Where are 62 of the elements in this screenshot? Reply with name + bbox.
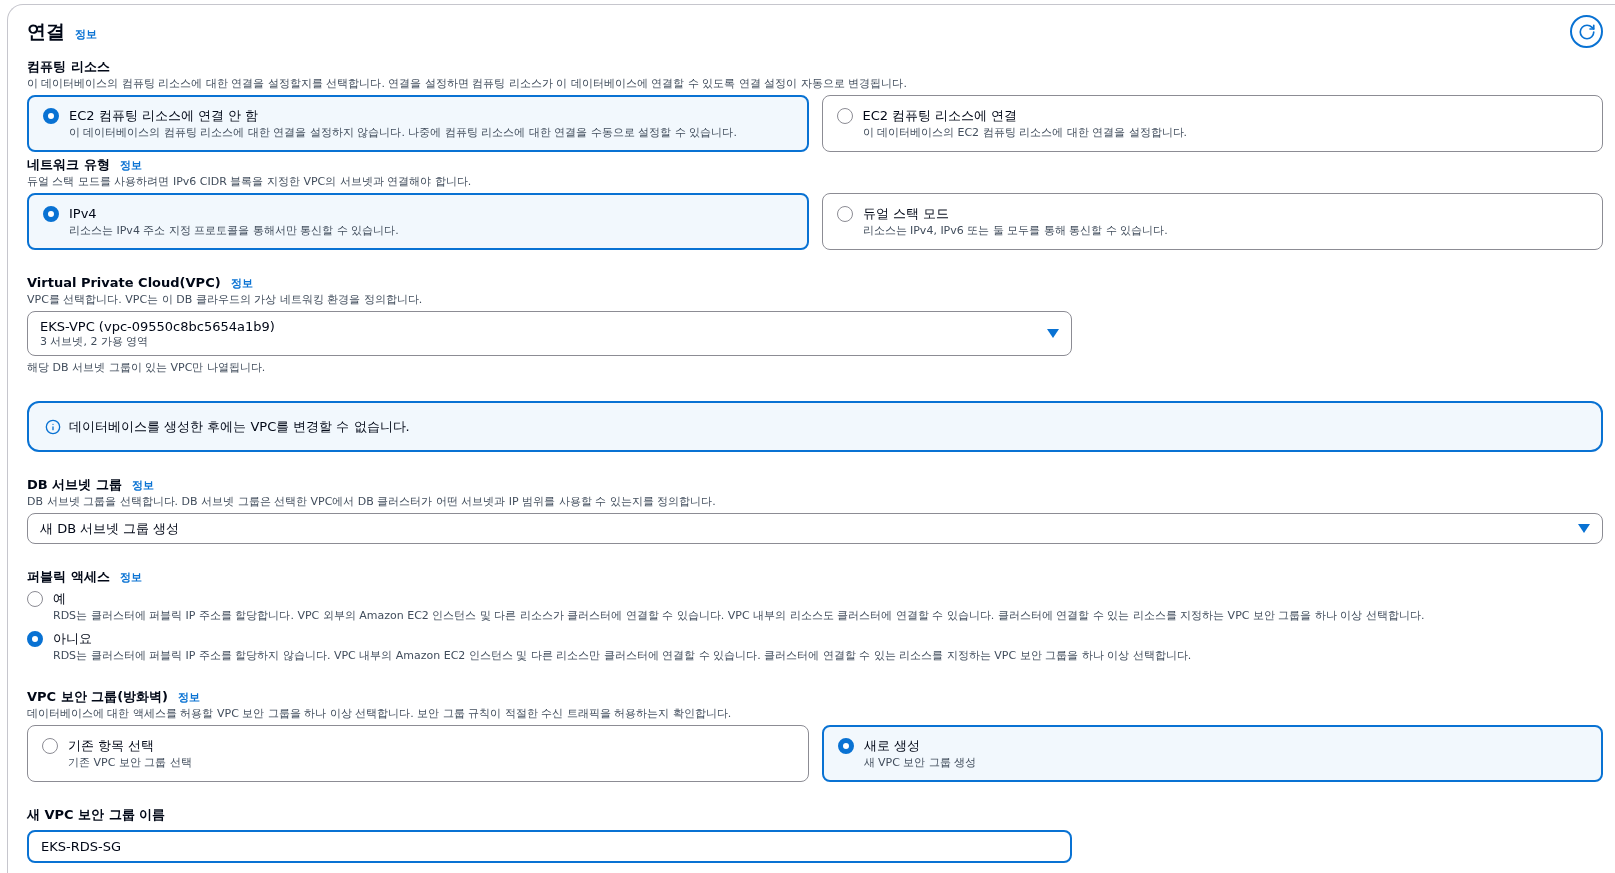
- caret-icon: [1047, 328, 1059, 339]
- field-description: VPC를 선택합니다. VPC는 이 DB 클라우드의 가상 네트워킹 환경을 정의합니다.: [27, 292, 424, 307]
- select-value: EKS-VPC (vpc-09550c8bc5654a1b9): [40, 318, 275, 335]
- option-description: 리소스는 IPv4, IPv6 또는 둘 모두를 통해 통신할 수 있습니다.: [862, 223, 1168, 239]
- dropdown-select[interactable]: 새 DB 서브넷 그룹 생성: [27, 513, 1603, 544]
- field-label: 퍼블릭 액세스: [27, 568, 110, 586]
- field-hint: 해당 DB 서브넷 그룹이 있는 VPC만 나열됩니다.: [27, 360, 267, 375]
- info-icon: [45, 418, 61, 435]
- option-tile[interactable]: IPv4 리소스는 IPv4 주소 지정 프로토콜을 통해서만 통신할 수 있습니다.: [27, 193, 809, 250]
- refresh-icon: [1577, 22, 1596, 41]
- radio-button[interactable]: [836, 206, 853, 222]
- option-tile[interactable]: 새로 생성 새 VPC 보안 그룹 생성: [821, 725, 1603, 782]
- alert-text: 데이터베이스를 생성한 후에는 VPC를 변경할 수 없습니다.: [69, 417, 410, 436]
- option-title: IPv4: [69, 205, 98, 223]
- option-title: EC2 컴퓨팅 리소스에 연결: [862, 107, 1019, 125]
- radio-button[interactable]: [836, 108, 853, 124]
- option-tile[interactable]: 듀얼 스택 모드 리소스는 IPv4, IPv6 또는 둘 모두를 통해 통신할 수 있습니다.: [821, 193, 1603, 250]
- radio-button[interactable]: [27, 591, 43, 607]
- option-title: 아니요: [53, 630, 93, 648]
- field-label: VPC 보안 그룹(방화벽): [27, 688, 169, 706]
- refresh-button[interactable]: [1570, 15, 1603, 48]
- option-description: 새 VPC 보안 그룹 생성: [863, 755, 977, 771]
- option-title: 기존 항목 선택: [68, 737, 156, 755]
- field-label: 네트워크 유형: [27, 156, 110, 174]
- radio-button[interactable]: [837, 738, 854, 754]
- option-description: 이 데이터베이스의 EC2 컴퓨팅 리소스에 대한 연결을 설정합니다.: [862, 125, 1188, 141]
- info-link[interactable]: 정보: [178, 690, 201, 705]
- field-label: 컴퓨팅 리소스: [27, 58, 110, 76]
- info-link[interactable]: 정보: [230, 276, 253, 291]
- option-description: RDS는 클러스터에 퍼블릭 IP 주소를 할당하지 않습니다. VPC 내부의 Amazon EC2 인스턴스 및 다른 리소스만 클러스터에 연결할 수 있습니다. 클러스터에 연결할 수 있는 리소스를 지정하는 VPC 보안 그룹을 하나 이상 선택합니다.: [53, 648, 1192, 664]
- info-link[interactable]: 정보: [119, 158, 142, 173]
- radio-button[interactable]: [43, 206, 59, 222]
- select-secondary-text: 3 서브넷, 2 가용 영역: [40, 335, 150, 349]
- input-field[interactable]: EKS-RDS-SG: [27, 830, 1072, 863]
- radio-button[interactable]: [43, 108, 59, 124]
- dropdown-select[interactable]: EKS-VPC (vpc-09550c8bc5654a1b9) 3 서브넷, 2 가용 영역: [27, 311, 1072, 356]
- option-tile[interactable]: EC2 컴퓨팅 리소스에 연결 이 데이터베이스의 EC2 컴퓨팅 리소스에 대한 연결을 설정합니다.: [821, 95, 1603, 152]
- field-description: 데이터베이스에 대한 액세스를 허용할 VPC 보안 그룹을 하나 이상 선택합니다. 보안 그룹 규칙이 적절한 수신 트래픽을 허용하는지 확인합니다.: [27, 706, 733, 721]
- section-title: 연결: [27, 18, 65, 44]
- option-description: RDS는 클러스터에 퍼블릭 IP 주소를 할당합니다. VPC 외부의 Amazon EC2 인스턴스 및 다른 리소스가 클러스터에 연결할 수 있습니다. VPC 내부의 리소스도 클러스터에 연결할 수 있습니다. 클러스터에 연결할 수 있는 리소스를 지정하는 VPC 보안 그룹을 하나 이상 선택합니다.: [53, 608, 1425, 624]
- field-label: Virtual Private Cloud(VPC): [27, 274, 221, 292]
- option-description: 이 데이터베이스의 컴퓨팅 리소스에 대한 연결을 설정하지 않습니다. 나중에 컴퓨팅 리소스에 대한 연결을 수동으로 설정할 수 있습니다.: [69, 125, 737, 141]
- field-description: DB 서브넷 그룹을 선택합니다. DB 서브넷 그룹은 선택한 VPC에서 DB 클러스터가 어떤 서브넷과 IP 범위를 사용할 수 있는지를 정의합니다.: [27, 494, 717, 509]
- field-label: 새 VPC 보안 그룹 이름: [27, 806, 166, 824]
- option-title: 새로 생성: [863, 737, 921, 755]
- field-description: 이 데이터베이스의 컴퓨팅 리소스에 대한 연결을 설정할지를 선택합니다. 연결을 설정하면 컴퓨팅 리소스가 이 데이터베이스에 연결할 수 있도록 연결 설정이 자동으로 변경됩니다.: [27, 76, 908, 91]
- caret-icon: [1578, 523, 1590, 534]
- radio-button[interactable]: [42, 738, 58, 754]
- option-title: 예: [53, 590, 67, 608]
- info-link[interactable]: 정보: [119, 570, 142, 585]
- field-label: DB 서브넷 그룹: [27, 476, 122, 494]
- option-tile[interactable]: 기존 항목 선택 기존 VPC 보안 그룹 선택: [27, 725, 809, 782]
- option-description: 리소스는 IPv4 주소 지정 프로토콜을 통해서만 통신할 수 있습니다.: [69, 223, 399, 239]
- option-title: EC2 컴퓨팅 리소스에 연결 안 함: [69, 107, 260, 125]
- field-description: 듀얼 스택 모드를 사용하려면 IPv6 CIDR 블록을 지정한 VPC의 서브넷과 연결해야 합니다.: [27, 174, 473, 189]
- select-value: 새 DB 서브넷 그룹 생성: [40, 520, 180, 537]
- info-link[interactable]: 정보: [131, 478, 154, 493]
- info-link[interactable]: 정보: [75, 26, 97, 42]
- option-description: 기존 VPC 보안 그룹 선택: [68, 755, 192, 771]
- radio-button[interactable]: [27, 631, 43, 647]
- option-title: 듀얼 스택 모드: [862, 205, 950, 223]
- option-tile[interactable]: EC2 컴퓨팅 리소스에 연결 안 함 이 데이터베이스의 컴퓨팅 리소스에 대한 연결을 설정하지 않습니다. 나중에 컴퓨팅 리소스에 대한 연결을 수동으로 설정할 수 있습니다.: [27, 95, 809, 152]
